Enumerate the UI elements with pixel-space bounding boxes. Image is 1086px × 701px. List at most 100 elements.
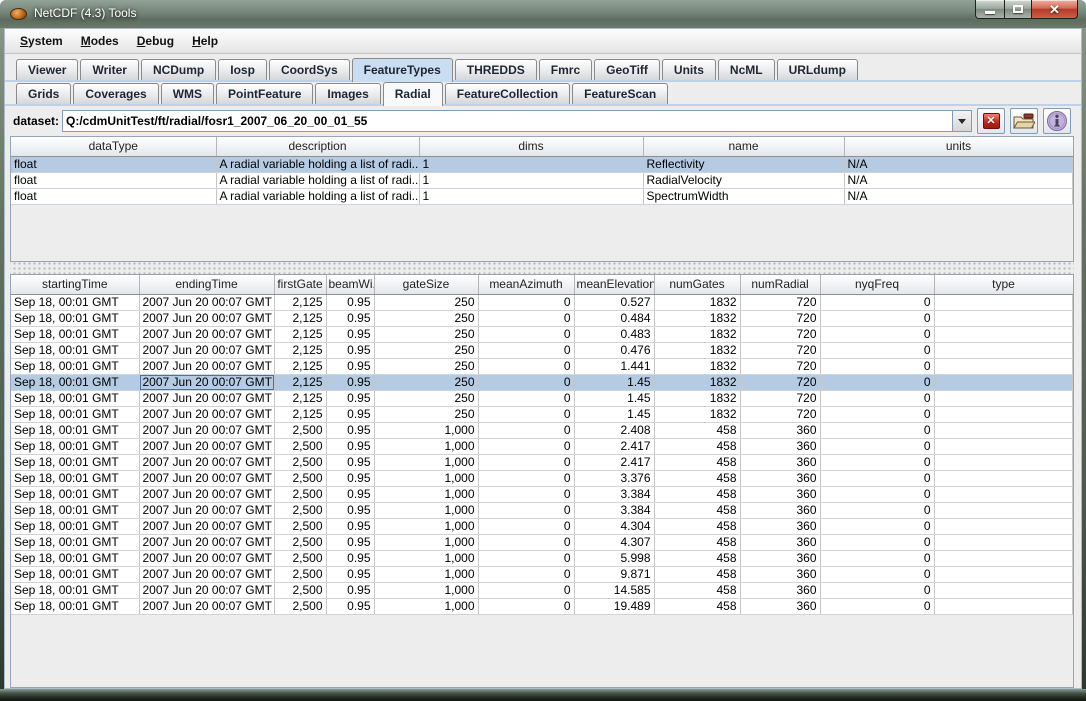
sweeps-table-cell[interactable]: 1832 — [654, 310, 740, 326]
sweeps-table-header-meanelevation[interactable]: meanElevation — [574, 275, 654, 294]
tab-urldump[interactable]: URLdump — [777, 59, 858, 80]
sweeps-table-cell[interactable]: 0 — [478, 534, 574, 550]
sweeps-table-cell[interactable]: 458 — [654, 422, 740, 438]
sweeps-table-cell[interactable]: Sep 18, 00:01 GMT — [11, 422, 139, 438]
sweeps-table-cell[interactable]: 0 — [820, 550, 934, 566]
tab-units[interactable]: Units — [662, 59, 716, 80]
sweeps-table-cell[interactable] — [934, 422, 1073, 438]
sweeps-table-cell[interactable]: 0 — [820, 470, 934, 486]
sweeps-table-cell[interactable]: 2,125 — [274, 406, 326, 422]
sweeps-table-cell[interactable]: 0.95 — [326, 486, 374, 502]
sweeps-table-cell[interactable]: 1,000 — [374, 486, 478, 502]
sweeps-table-cell[interactable]: 720 — [740, 342, 820, 358]
sweeps-table-cell[interactable]: 2,500 — [274, 486, 326, 502]
sweeps-table-cell[interactable]: 250 — [374, 310, 478, 326]
dataset-dropdown-button[interactable] — [952, 111, 971, 131]
sweeps-table-cell[interactable]: 720 — [740, 406, 820, 422]
variables-table-cell[interactable]: RadialVelocity — [643, 172, 844, 188]
sweeps-table-cell[interactable]: 360 — [740, 566, 820, 582]
sweeps-table-cell[interactable]: 0.476 — [574, 342, 654, 358]
sweeps-table-cell[interactable]: 0 — [478, 294, 574, 310]
sweeps-table-cell[interactable]: 2007 Jun 20 00:07 GMT — [139, 342, 274, 358]
variables-table-header-description[interactable]: description — [216, 137, 419, 156]
sweeps-table-cell[interactable]: 1,000 — [374, 582, 478, 598]
sweeps-table-cell[interactable]: 720 — [740, 358, 820, 374]
variables-table-cell[interactable]: float — [11, 172, 216, 188]
sweeps-table-cell[interactable]: Sep 18, 00:01 GMT — [11, 326, 139, 342]
sweeps-table-cell[interactable]: 0.95 — [326, 358, 374, 374]
sweeps-table-cell[interactable] — [934, 550, 1073, 566]
tab-viewer[interactable]: Viewer — [16, 59, 78, 80]
sweeps-table-cell[interactable]: 0 — [820, 406, 934, 422]
sweeps-table-cell[interactable]: 360 — [740, 422, 820, 438]
sweeps-table-cell[interactable]: 0 — [478, 502, 574, 518]
tab-images[interactable]: Images — [315, 83, 380, 104]
sweeps-table-cell[interactable]: 2,125 — [274, 294, 326, 310]
sweeps-table-cell[interactable]: 360 — [740, 454, 820, 470]
sweeps-table-header-gatesize[interactable]: gateSize — [374, 275, 478, 294]
sweeps-table-cell[interactable]: 1,000 — [374, 502, 478, 518]
minimize-button[interactable] — [975, 0, 1004, 19]
menu-debug[interactable]: Debug — [128, 31, 183, 51]
sweeps-table-cell[interactable]: 2007 Jun 20 00:07 GMT — [139, 438, 274, 454]
sweeps-table-cell[interactable]: 3.376 — [574, 470, 654, 486]
sweeps-table-cell[interactable]: Sep 18, 00:01 GMT — [11, 534, 139, 550]
sweeps-table-cell[interactable]: 360 — [740, 486, 820, 502]
sweeps-table-cell[interactable] — [934, 598, 1073, 614]
sweeps-table-cell[interactable]: 1,000 — [374, 598, 478, 614]
sweeps-table-cell[interactable]: 2007 Jun 20 00:07 GMT — [139, 454, 274, 470]
sweeps-table-cell[interactable]: 2007 Jun 20 00:07 GMT — [139, 550, 274, 566]
sweeps-table-cell[interactable]: 0 — [820, 374, 934, 390]
tab-wms[interactable]: WMS — [161, 83, 214, 104]
sweeps-table-cell[interactable]: 0.95 — [326, 598, 374, 614]
sweeps-table-cell[interactable]: Sep 18, 00:01 GMT — [11, 342, 139, 358]
tab-grids[interactable]: Grids — [16, 83, 71, 104]
sweeps-table-header-numradial[interactable]: numRadial — [740, 275, 820, 294]
sweeps-table-cell[interactable]: 0 — [478, 342, 574, 358]
sweeps-table-header-startingtime[interactable]: startingTime — [11, 275, 139, 294]
sweeps-table-cell[interactable] — [934, 294, 1073, 310]
sweeps-table-cell[interactable]: 360 — [740, 502, 820, 518]
sweeps-table-cell[interactable]: 2007 Jun 20 00:07 GMT — [139, 486, 274, 502]
variables-table-cell[interactable]: float — [11, 188, 216, 204]
sweeps-table-cell[interactable]: 2007 Jun 20 00:07 GMT — [139, 358, 274, 374]
sweeps-table-cell[interactable]: 0.95 — [326, 454, 374, 470]
sweeps-table-cell[interactable] — [934, 502, 1073, 518]
sweeps-table-cell[interactable] — [934, 566, 1073, 582]
sweeps-table-cell[interactable]: 360 — [740, 582, 820, 598]
menu-system[interactable]: System — [11, 31, 72, 51]
sweeps-table-header-numgates[interactable]: numGates — [654, 275, 740, 294]
sweeps-table-cell[interactable]: 0 — [820, 422, 934, 438]
sweeps-table-cell[interactable]: 0 — [478, 390, 574, 406]
variables-table-cell[interactable]: N/A — [844, 156, 1073, 172]
sweeps-table-cell[interactable] — [934, 518, 1073, 534]
sweeps-table-cell[interactable]: 250 — [374, 342, 478, 358]
sweeps-table-cell[interactable]: 2007 Jun 20 00:07 GMT — [139, 566, 274, 582]
variables-table-cell[interactable]: A radial variable holding a list of radi… — [216, 188, 419, 204]
sweeps-table-header-endingtime[interactable]: endingTime — [139, 275, 274, 294]
tab-coordsys[interactable]: CoordSys — [269, 59, 350, 80]
tab-ncml[interactable]: NcML — [718, 59, 775, 80]
sweeps-table-cell[interactable]: Sep 18, 00:01 GMT — [11, 566, 139, 582]
sweeps-table-cell[interactable]: 2,500 — [274, 518, 326, 534]
sweeps-table-cell[interactable]: 1832 — [654, 326, 740, 342]
variables-table-cell[interactable]: A radial variable holding a list of radi… — [216, 156, 419, 172]
sweeps-table-cell[interactable]: 0.483 — [574, 326, 654, 342]
tab-ncdump[interactable]: NCDump — [141, 59, 216, 80]
info-button[interactable] — [1043, 108, 1071, 134]
sweeps-table-cell[interactable] — [934, 454, 1073, 470]
sweeps-table-cell[interactable]: 2.417 — [574, 454, 654, 470]
sweeps-table-cell[interactable]: 9.871 — [574, 566, 654, 582]
sweeps-table-cell[interactable]: 2007 Jun 20 00:07 GMT — [139, 470, 274, 486]
sweeps-table-cell[interactable]: 250 — [374, 406, 478, 422]
variables-table-cell[interactable]: 1 — [419, 156, 643, 172]
sweeps-table-cell[interactable]: Sep 18, 00:01 GMT — [11, 294, 139, 310]
sweeps-table-cell[interactable]: 2007 Jun 20 00:07 GMT — [139, 406, 274, 422]
sweeps-table-cell[interactable]: Sep 18, 00:01 GMT — [11, 486, 139, 502]
sweeps-table-cell[interactable]: 0 — [820, 486, 934, 502]
sweeps-table-cell[interactable]: 2,125 — [274, 390, 326, 406]
tab-geotiff[interactable]: GeoTiff — [594, 59, 660, 80]
sweeps-table-cell[interactable]: 720 — [740, 390, 820, 406]
sweeps-table-cell[interactable]: 720 — [740, 310, 820, 326]
sweeps-table-cell[interactable] — [934, 342, 1073, 358]
